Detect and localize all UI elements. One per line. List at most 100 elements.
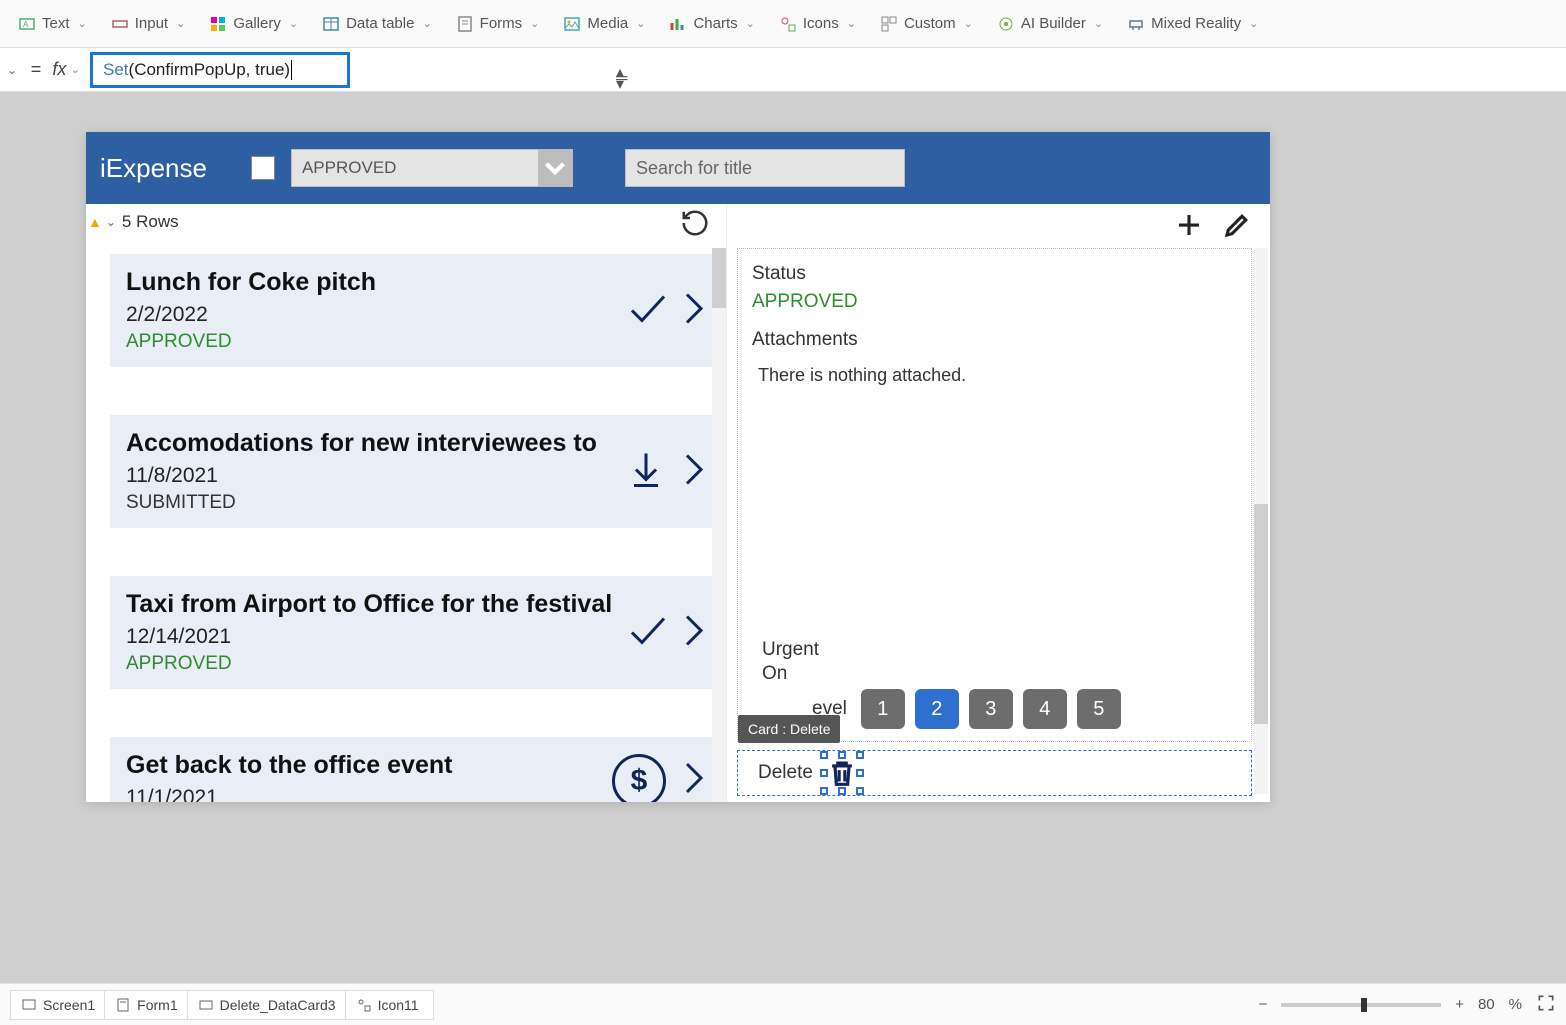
- check-icon[interactable]: [626, 288, 666, 333]
- status-bar: Screen1Form1Delete_DataCard3Icon11 − + 8…: [0, 983, 1566, 1025]
- expense-list-item[interactable]: Taxi from Airport to Office for the fest…: [110, 576, 718, 689]
- mr-icon: [1127, 15, 1145, 33]
- zoom-out-button[interactable]: −: [1258, 996, 1267, 1013]
- chevron-down-icon: [538, 150, 572, 186]
- status-label: Status: [752, 263, 1237, 285]
- item-title: Lunch for Coke pitch: [126, 268, 702, 297]
- expense-list-item[interactable]: Get back to the office event11/1/2021$: [110, 737, 718, 802]
- details-pane: Status APPROVED Attachments There is not…: [726, 204, 1270, 802]
- item-status: SUBMITTED: [126, 492, 702, 514]
- formula-bar: ⌄ = fx⌄ Set(ConfirmPopUp, true) ▴═▾: [0, 48, 1566, 92]
- zoom-pct: %: [1509, 996, 1522, 1013]
- trash-icon[interactable]: [825, 756, 859, 790]
- zoom-slider[interactable]: [1281, 1003, 1441, 1007]
- formula-input[interactable]: Set(ConfirmPopUp, true): [90, 52, 350, 88]
- property-dropdown-chevron[interactable]: ⌄: [0, 63, 24, 77]
- ribbon-ai-builder[interactable]: AI Builder⌄: [987, 11, 1113, 37]
- item-status: APPROVED: [126, 331, 702, 353]
- chevron-down-icon: ⌄: [176, 17, 185, 30]
- ribbon-custom[interactable]: Custom⌄: [870, 11, 983, 37]
- formula-rest: (ConfirmPopUp, true): [129, 60, 291, 80]
- fx-label[interactable]: fx⌄: [48, 59, 84, 80]
- details-form: Status APPROVED Attachments There is not…: [737, 248, 1252, 742]
- level-button-5[interactable]: 5: [1077, 689, 1121, 729]
- ribbon-text[interactable]: AText⌄: [8, 11, 97, 37]
- chevron-down-icon: ⌄: [1094, 17, 1103, 30]
- level-button-4[interactable]: 4: [1023, 689, 1067, 729]
- breadcrumb-form1[interactable]: Form1: [104, 990, 192, 1020]
- chevron-down-icon: ⌄: [746, 17, 755, 30]
- zoom-in-button[interactable]: +: [1455, 996, 1464, 1013]
- app-header: iExpense APPROVED Search for title: [86, 132, 1270, 204]
- chevron-right-icon[interactable]: [680, 758, 706, 802]
- ribbon-mixed-reality[interactable]: Mixed Reality⌄: [1117, 11, 1268, 37]
- breadcrumb-screen1[interactable]: Screen1: [10, 990, 110, 1020]
- status-value: APPROVED: [752, 291, 1237, 313]
- gallery-icon: [209, 15, 227, 33]
- status-filter-dropdown[interactable]: APPROVED: [291, 149, 573, 187]
- zoom-value: 80: [1478, 996, 1495, 1013]
- list-scrollbar[interactable]: [712, 248, 726, 802]
- expense-list-item[interactable]: Lunch for Coke pitch 2/2/2022 APPROVED: [110, 254, 718, 367]
- item-date: 2/2/2022: [126, 303, 702, 327]
- delete-datacard-selected[interactable]: Card : Delete Delete: [737, 750, 1252, 796]
- formula-expand-handle[interactable]: ▴═▾: [616, 70, 627, 88]
- fit-to-window-button[interactable]: [1536, 993, 1556, 1017]
- ribbon-charts[interactable]: Charts⌄: [659, 11, 764, 37]
- dollar-icon: $: [612, 754, 666, 803]
- chevron-down-icon: ⌄: [847, 17, 856, 30]
- add-button[interactable]: [1174, 210, 1204, 245]
- breadcrumb-delete_datacard3[interactable]: Delete_DataCard3: [187, 990, 351, 1020]
- app-preview-frame: iExpense APPROVED Search for title ▲ ⌄ 5…: [86, 132, 1270, 802]
- formula-keyword: Set: [103, 60, 129, 80]
- item-status: APPROVED: [126, 653, 702, 675]
- check-icon[interactable]: [626, 610, 666, 655]
- chevron-right-icon[interactable]: [680, 449, 706, 494]
- ribbon-icons[interactable]: Icons⌄: [769, 11, 866, 37]
- svg-text:A: A: [23, 20, 29, 29]
- item-title: Taxi from Airport to Office for the fest…: [126, 590, 702, 619]
- search-input[interactable]: Search for title: [625, 149, 905, 187]
- search-placeholder: Search for title: [636, 158, 752, 179]
- forms-icon: [456, 15, 474, 33]
- item-title: Accomodations for new interviewees to: [126, 429, 702, 458]
- attachments-label: Attachments: [752, 329, 1237, 351]
- item-date: 12/14/2021: [126, 625, 702, 649]
- attachments-empty-msg: There is nothing attached.: [758, 365, 1237, 386]
- ribbon-data-table[interactable]: Data table⌄: [312, 11, 442, 37]
- chevron-down-icon: ⌄: [78, 17, 87, 30]
- chevron-right-icon[interactable]: [680, 610, 706, 655]
- chevron-down-icon: ⌄: [530, 17, 539, 30]
- filter-checkbox[interactable]: [251, 156, 275, 180]
- chevron-down-icon: ⌄: [1249, 17, 1258, 30]
- media-icon: [563, 15, 581, 33]
- app-title: iExpense: [100, 153, 207, 184]
- breadcrumb-icon11[interactable]: Icon11: [345, 990, 434, 1020]
- ribbon-gallery[interactable]: Gallery⌄: [199, 11, 308, 37]
- delete-label: Delete: [758, 762, 813, 784]
- chevron-down-icon: ⌄: [636, 17, 645, 30]
- download-icon[interactable]: [626, 449, 666, 494]
- warning-icon: ▲: [88, 214, 102, 230]
- edit-button[interactable]: [1222, 210, 1252, 245]
- equals-sign: =: [24, 59, 48, 80]
- level-button-3[interactable]: 3: [969, 689, 1013, 729]
- expense-list-pane: ▲ ⌄ 5 Rows Lunch for Coke pitch2/2/2022A…: [86, 204, 726, 802]
- chevron-down-icon: ⌄: [422, 17, 431, 30]
- status-filter-value: APPROVED: [302, 158, 396, 178]
- details-scrollbar[interactable]: [1254, 248, 1268, 794]
- text-icon: A: [18, 15, 36, 33]
- custom-icon: [880, 15, 898, 33]
- ribbon-input[interactable]: Input⌄: [101, 11, 196, 37]
- chevron-down-icon: ⌄: [289, 17, 298, 30]
- chevron-down-icon[interactable]: ⌄: [106, 215, 116, 229]
- insert-ribbon: AText⌄Input⌄Gallery⌄Data table⌄Forms⌄Med…: [0, 0, 1566, 48]
- level-button-1[interactable]: 1: [861, 689, 905, 729]
- ribbon-forms[interactable]: Forms⌄: [446, 11, 550, 37]
- expense-list-item[interactable]: Accomodations for new interviewees to11/…: [110, 415, 718, 528]
- level-button-2[interactable]: 2: [915, 689, 959, 729]
- ribbon-media[interactable]: Media⌄: [553, 11, 655, 37]
- refresh-button[interactable]: [680, 208, 710, 243]
- icons-icon: [779, 15, 797, 33]
- chevron-right-icon[interactable]: [680, 288, 706, 333]
